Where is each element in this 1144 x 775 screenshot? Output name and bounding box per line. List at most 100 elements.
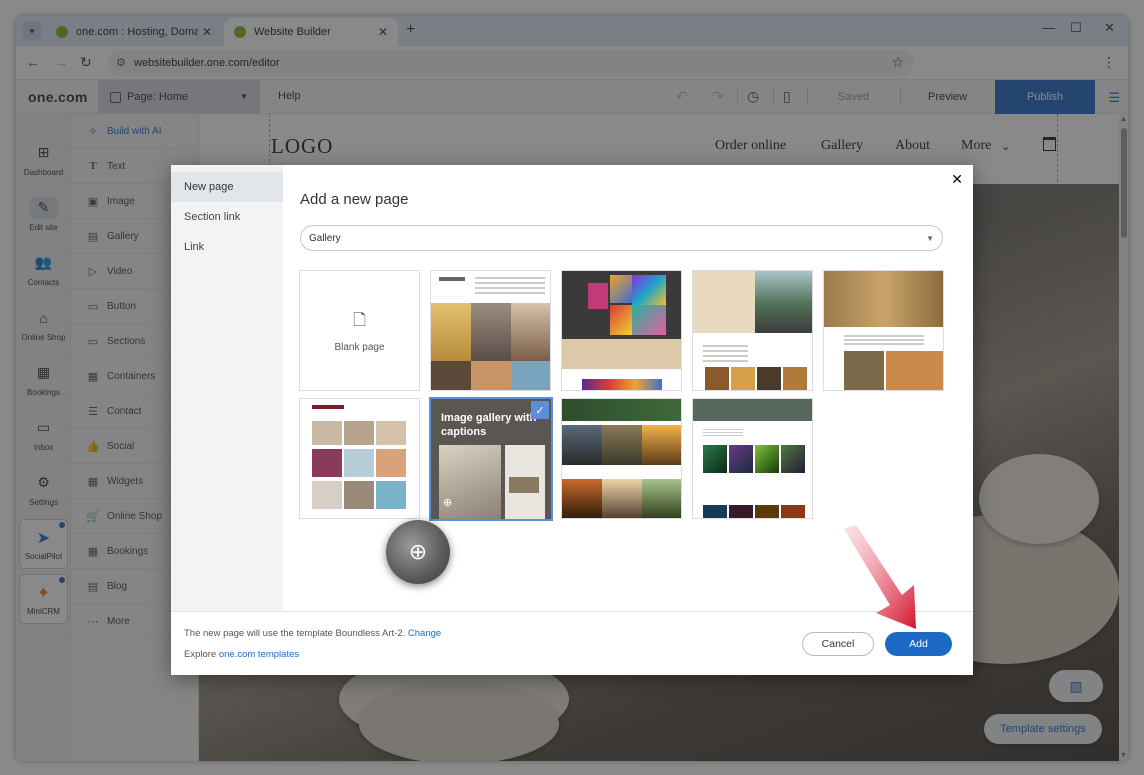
zoom-icon[interactable]: ⊕: [443, 496, 452, 509]
tab-close-icon[interactable]: ✕: [202, 25, 212, 39]
thumbnail-photo: [755, 445, 779, 473]
onecom-favicon-icon: [234, 26, 246, 38]
template-portfolio[interactable]: [430, 270, 551, 391]
rail-app-minicrm[interactable]: ✦ MiniCRM: [19, 574, 68, 624]
thumbnail-photo: [509, 477, 539, 493]
history-clock-icon[interactable]: ◷: [747, 88, 759, 105]
image-icon: ▣: [87, 195, 99, 208]
rail-item-online-shop[interactable]: ⌂ Online Shop: [16, 299, 71, 349]
tab-new-page[interactable]: New page: [171, 172, 283, 202]
account-menu-icon[interactable]: ☰: [1108, 90, 1120, 106]
thumbnail-photo: [781, 505, 805, 518]
rail-item-edit-site[interactable]: ✎ Edit site: [16, 189, 71, 239]
rail-item-label: Edit site: [29, 222, 58, 232]
undo-icon[interactable]: ↶: [676, 88, 688, 105]
rail-item-label: Dashboard: [23, 167, 64, 177]
onecom-templates-link[interactable]: one.com templates: [219, 649, 299, 660]
thumbnail-photo: [729, 505, 753, 518]
notification-dot: [59, 577, 65, 583]
mobile-view-icon[interactable]: ▯: [783, 88, 791, 105]
rail-item-contacts[interactable]: 👥 Contacts: [16, 244, 71, 294]
page-selector[interactable]: Page: Home ▼: [98, 80, 260, 114]
add-button[interactable]: Add: [885, 632, 952, 656]
design-paint-icon[interactable]: ▨: [1049, 670, 1103, 702]
template-settings-button[interactable]: Template settings: [984, 714, 1102, 744]
site-nav-order-online[interactable]: Order online: [715, 138, 786, 154]
template-info-message: The new page will use the template Bound…: [184, 628, 406, 639]
rail-item-bookings[interactable]: ▦ Bookings: [16, 354, 71, 404]
publish-button[interactable]: Publish: [995, 80, 1095, 114]
cup-image: [979, 454, 1099, 544]
element-label: Button: [107, 300, 136, 312]
template-gallery-title[interactable]: [299, 398, 420, 519]
minimize-button[interactable]: —: [1042, 20, 1055, 35]
thumbnail-photo: [703, 505, 727, 518]
url-field[interactable]: ⚙ websitebuilder.one.com/editor ☆: [108, 50, 914, 76]
rail-item-dashboard[interactable]: ⊞ Dashboard: [16, 134, 71, 184]
redo-icon[interactable]: ↷: [712, 88, 724, 105]
maximize-button[interactable]: ☐: [1070, 20, 1082, 36]
tab-section-link[interactable]: Section link: [171, 202, 283, 232]
tab-onecom[interactable]: one.com : Hosting, Domain, Em ✕: [46, 18, 222, 46]
thumbnail-photo: [471, 303, 511, 361]
magnifier-zoom-icon: ⊕: [386, 520, 450, 584]
site-logo[interactable]: LOGO: [271, 134, 333, 159]
template-outdoors-club[interactable]: [561, 398, 682, 519]
notification-dot: [59, 522, 65, 528]
template-nature-photography[interactable]: [692, 270, 813, 391]
rail-app-socialpilot[interactable]: ➤ SocialPilot: [19, 519, 68, 569]
thumbnail-text: [844, 335, 924, 345]
vertical-scrollbar[interactable]: ▲ ▼: [1119, 114, 1128, 761]
thumbnail-photo: [344, 421, 374, 445]
tab-search-icon[interactable]: ▾: [22, 21, 42, 41]
rail-app-label: MiniCRM: [27, 606, 60, 616]
rail-item-inbox[interactable]: ▭ Inbox: [16, 409, 71, 459]
site-nav-gallery[interactable]: Gallery: [821, 138, 863, 154]
browser-menu-icon[interactable]: ⋮: [1102, 54, 1116, 71]
new-tab-button[interactable]: +: [406, 21, 415, 39]
category-select[interactable]: Gallery ▼: [300, 225, 943, 251]
template-painting-collection[interactable]: [561, 270, 682, 391]
chevron-down-icon: ▼: [926, 234, 934, 243]
thumbnail-photo: [632, 275, 666, 305]
back-arrow-icon[interactable]: ←: [26, 54, 40, 70]
contacts-icon: 👥: [34, 254, 53, 270]
tab-website-builder[interactable]: Website Builder ✕: [224, 18, 398, 46]
thumbnail-photo: [511, 303, 550, 361]
template-image-gallery-captions[interactable]: Image gallery with captions ✓ ⊕: [429, 397, 553, 521]
template-organic-farming[interactable]: [823, 270, 944, 391]
scroll-up-icon[interactable]: ▲: [1120, 116, 1127, 123]
reload-icon[interactable]: ↻: [80, 54, 92, 71]
tab-link[interactable]: Link: [171, 232, 283, 262]
scroll-down-icon[interactable]: ▼: [1120, 752, 1127, 759]
inbox-icon: ▭: [36, 419, 51, 435]
dashboard-icon: ⊞: [37, 144, 50, 160]
scrollbar-thumb[interactable]: [1121, 128, 1127, 238]
category-value: Gallery: [309, 232, 341, 244]
close-icon[interactable]: ✕: [951, 171, 963, 188]
change-template-link[interactable]: Change: [408, 628, 441, 639]
rail-item-settings[interactable]: ⚙ Settings: [16, 464, 71, 514]
site-nav-about[interactable]: About: [895, 138, 930, 154]
forward-arrow-icon[interactable]: →: [54, 54, 68, 70]
template-gallery-green[interactable]: [692, 398, 813, 519]
thumbnail-photo: [344, 449, 374, 477]
more-icon: ⋯: [87, 615, 99, 628]
thumbnail-photo: [562, 425, 602, 465]
template-blank-page[interactable]: 🗋 Blank page: [299, 270, 420, 391]
help-link[interactable]: Help: [278, 90, 301, 102]
site-nav-more[interactable]: More: [961, 138, 991, 154]
element-label: Image: [107, 195, 135, 207]
preview-button[interactable]: Preview: [928, 91, 967, 103]
site-info-icon[interactable]: ⚙: [116, 56, 126, 69]
tab-close-icon[interactable]: ✕: [378, 25, 388, 39]
page-label: Page:: [127, 91, 156, 103]
element-label: Video: [107, 265, 133, 277]
tab-strip: ▾ one.com : Hosting, Domain, Em ✕ Websit…: [16, 16, 1128, 46]
cancel-button[interactable]: Cancel: [802, 632, 874, 656]
bookmark-star-icon[interactable]: ☆: [891, 54, 904, 71]
shopping-bag-icon[interactable]: [1043, 137, 1056, 151]
close-window-button[interactable]: ✕: [1104, 20, 1115, 36]
element-build-with-ai[interactable]: ✧ Build with AI: [71, 114, 199, 149]
thumbnail-photo: [783, 367, 807, 390]
